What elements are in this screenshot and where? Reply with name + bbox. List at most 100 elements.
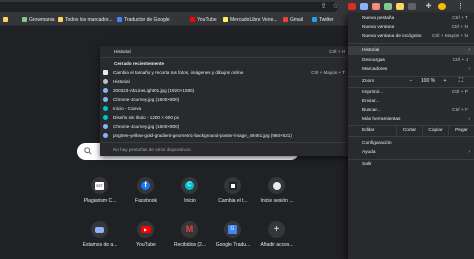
menu-item-more-tools[interactable]: Más herramientas › [348, 115, 474, 124]
menu-item-help[interactable]: Ayuda › [348, 148, 474, 157]
canva-icon [103, 106, 108, 111]
menu-item-cast[interactable]: Enviar... [348, 97, 474, 106]
extension-icon[interactable] [396, 3, 404, 10]
extension-icon[interactable] [408, 3, 416, 10]
extension-icon[interactable] [348, 3, 356, 10]
menu-item-incognito[interactable]: Nueva ventana de incógnito Ctrl + Mayús … [348, 32, 474, 41]
menu-item-history[interactable]: Historial › [348, 46, 474, 55]
copy-button[interactable]: Copiar [422, 126, 448, 135]
twitter-icon [312, 17, 317, 22]
image-icon [103, 124, 108, 129]
divider [348, 43, 474, 44]
menu-item-settings[interactable]: Configuración [348, 139, 474, 148]
shortcut-tile[interactable]: Inicie sesión ... [255, 177, 299, 215]
bookmark-item[interactable]: Twitter [312, 15, 334, 24]
menu-item-new-window[interactable]: Nueva ventana Ctrl + N [348, 23, 474, 32]
divider [348, 136, 474, 137]
history-item[interactable]: Cambia el tamaño y recorta tus fotos, im… [100, 68, 349, 77]
zoom-level: 100 % [420, 78, 436, 84]
puzzle-icon[interactable]: ✚ [424, 2, 433, 11]
mercadolibre-icon [223, 17, 228, 22]
divider [100, 57, 349, 58]
bookmark-item[interactable]: Gmail [283, 15, 303, 24]
bookmark-item[interactable]: Traductor de Google [117, 15, 170, 24]
zoom-in-button[interactable]: + [440, 78, 450, 85]
shortcut-tile[interactable]: G Google Tradu... [211, 221, 255, 259]
chevron-right-icon: › [468, 116, 470, 122]
chevron-right-icon: › [468, 149, 470, 155]
history-header[interactable]: Historial Ctrl + H [100, 47, 349, 56]
extension-icon[interactable] [360, 3, 368, 10]
shortcut-tile[interactable]: ▶ YouTube [124, 221, 168, 259]
recently-closed-heading: Cerrado recientemente [114, 61, 165, 66]
history-item[interactable]: Diseño sin título - 1200 × 600 px [100, 113, 349, 122]
chevron-right-icon: › [468, 66, 470, 72]
plagiarism-icon: SST [91, 177, 108, 194]
folder-icon [3, 17, 8, 22]
translate-icon [117, 17, 122, 22]
menu-kebab-icon[interactable]: ⋮ [456, 2, 465, 11]
zoom-out-button[interactable]: − [406, 78, 416, 85]
image-icon [103, 88, 108, 93]
facebook-icon: f [137, 177, 154, 194]
history-item[interactable]: 200323-AbLineLight01.jpg (1920×1080) [100, 86, 349, 95]
shortcut-tile[interactable]: Estamos de a... [78, 221, 122, 259]
other-devices-notice: No hay pestañas de otros dispositivos. [113, 147, 192, 152]
menu-item-exit[interactable]: Salir [348, 160, 474, 169]
menu-item-edit: Editar Cortar Copiar Pegar [348, 126, 474, 135]
folder-icon [58, 17, 63, 22]
image-icon [103, 133, 108, 138]
menu-item-print[interactable]: Imprimir... Ctrl + P [348, 88, 474, 97]
bookmark-item[interactable]: YouTube [190, 15, 217, 24]
canva-icon [103, 115, 108, 120]
community-icon [91, 221, 108, 238]
bookmark-item[interactable]: Todos los marcador... [58, 15, 113, 24]
bookmark-star-icon[interactable]: ☆ [331, 2, 340, 11]
history-icon [103, 79, 108, 84]
menu-item-new-tab[interactable]: Nueva pestaña Ctrl + T [348, 14, 474, 23]
extension-icon[interactable] [384, 3, 392, 10]
chevron-right-icon: › [468, 47, 470, 53]
browser-window: ⇪ ☆ ✚ ⋮ Growmania Todos los marcador... … [0, 0, 474, 259]
paste-button[interactable]: Pegar [448, 126, 474, 135]
translate-icon: G [224, 221, 241, 238]
fullscreen-icon[interactable]: ⛶ [456, 78, 466, 85]
history-item[interactable]: Inicio - Canva [100, 104, 349, 113]
resize-icon [224, 177, 241, 194]
gmail-icon: M [181, 221, 198, 238]
history-item[interactable]: Chrome-Journey.jpg (1600×800) [100, 122, 349, 131]
canva-icon: C [181, 177, 198, 194]
history-item[interactable]: Chrome-Journey.jpg (1600×800) [100, 95, 349, 104]
browser-toolbar: ⇪ ☆ ✚ ⋮ [0, 0, 474, 13]
menu-item-find[interactable]: Buscar... Ctrl + F [348, 106, 474, 115]
login-icon [268, 177, 285, 194]
image-icon [103, 97, 108, 102]
address-bar[interactable] [0, 2, 338, 12]
chrome-main-menu: Nueva pestaña Ctrl + T Nueva ventana Ctr… [348, 13, 474, 259]
cut-button[interactable]: Cortar [396, 126, 422, 135]
bookmark-item[interactable]: MercadoLibre Vene... [223, 15, 278, 24]
divider [100, 142, 349, 143]
youtube-icon [190, 17, 195, 22]
search-icon [84, 147, 92, 155]
add-icon: + [268, 221, 285, 238]
shortcut-tile[interactable]: SST Plagiarism C... [78, 177, 122, 215]
bookmark-item[interactable] [3, 15, 8, 24]
youtube-icon: ▶ [137, 221, 154, 238]
menu-item-bookmarks[interactable]: Marcadores › [348, 65, 474, 74]
profile-icon[interactable] [438, 3, 446, 10]
menu-item-zoom: Zoom − 100 % + ⛶ [348, 77, 474, 86]
history-item[interactable]: pngtree-yellow-gold-gradient-geometric-b… [100, 131, 349, 140]
shortcut-tile[interactable]: Cambia el t... [211, 177, 255, 215]
menu-item-downloads[interactable]: Descargas Ctrl + J [348, 56, 474, 65]
growmania-icon [22, 17, 27, 22]
shortcut-tile[interactable]: M Recibidos (2... [168, 221, 212, 259]
shortcut-tile[interactable]: f Facebook [124, 177, 168, 215]
shortcut-tile[interactable]: C Inicio [168, 177, 212, 215]
share-icon[interactable]: ⇪ [319, 2, 328, 11]
extension-icon[interactable] [372, 3, 380, 10]
history-item[interactable]: Historial [100, 77, 349, 86]
bookmark-item[interactable]: Growmania [22, 15, 55, 24]
page-icon [103, 70, 108, 75]
add-shortcut-tile[interactable]: + Añadir acces... [255, 221, 299, 259]
